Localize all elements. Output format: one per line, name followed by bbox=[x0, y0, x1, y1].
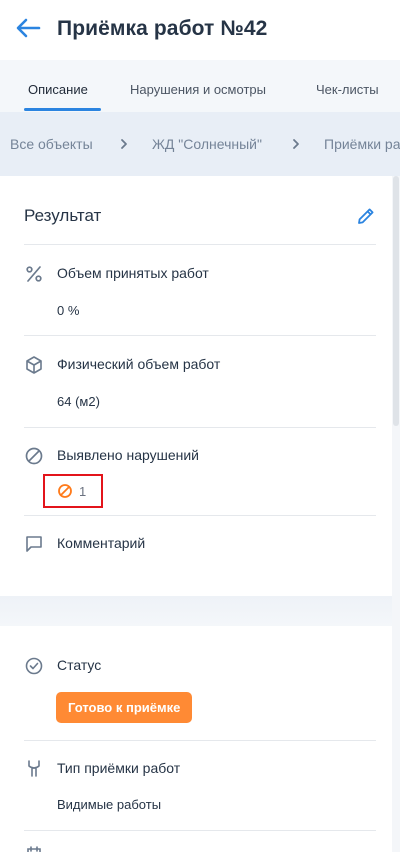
breadcrumb: Все объекты ЖД "Солнечный" Приёмки ра bbox=[0, 112, 400, 176]
forbidden-icon bbox=[25, 447, 43, 465]
divider bbox=[24, 515, 376, 516]
breadcrumb-acceptances[interactable]: Приёмки ра bbox=[324, 136, 400, 152]
tab-checklists[interactable]: Чек-листы bbox=[316, 82, 379, 97]
result-card: Результат Объем принятых работ 0 % Физич… bbox=[0, 176, 392, 596]
accepted-volume-value: 0 % bbox=[57, 303, 80, 318]
accepted-volume-label: Объем принятых работ bbox=[57, 265, 209, 281]
acceptance-type-label: Тип приёмки работ bbox=[57, 760, 181, 776]
section-gap bbox=[0, 596, 400, 626]
calendar-icon bbox=[27, 846, 41, 852]
chevron-right-icon bbox=[293, 139, 299, 149]
status-label: Статус bbox=[57, 657, 102, 673]
physical-volume-label: Физический объем работ bbox=[57, 356, 221, 372]
top-bar: Приёмка работ №42 bbox=[0, 0, 400, 60]
divider bbox=[24, 830, 376, 831]
active-tab-indicator bbox=[24, 108, 101, 111]
cube-icon bbox=[26, 356, 42, 374]
check-circle-icon bbox=[25, 657, 43, 675]
pencil-icon[interactable] bbox=[355, 205, 377, 227]
status-badge[interactable]: Готово к приёмке bbox=[56, 692, 193, 723]
chevron-right-icon bbox=[121, 139, 127, 149]
percent-icon bbox=[26, 266, 42, 282]
scrollbar-thumb[interactable] bbox=[393, 176, 399, 426]
divider bbox=[24, 335, 376, 336]
breadcrumb-all-objects[interactable]: Все объекты bbox=[10, 136, 93, 152]
divider bbox=[24, 427, 376, 428]
forbidden-icon bbox=[58, 484, 72, 498]
tab-violations[interactable]: Нарушения и осмотры bbox=[130, 82, 266, 97]
violations-highlight[interactable] bbox=[43, 474, 103, 508]
physical-volume-value: 64 (м2) bbox=[57, 394, 100, 409]
breadcrumb-building[interactable]: ЖД "Солнечный" bbox=[152, 136, 262, 152]
acceptance-type-value: Видимые работы bbox=[57, 797, 162, 812]
comment-icon bbox=[26, 536, 42, 552]
violations-count: 1 bbox=[79, 484, 87, 499]
comment-label[interactable]: Комментарий bbox=[57, 535, 145, 551]
tab-bar: Описание Нарушения и осмотры Чек-листы bbox=[0, 60, 400, 112]
details-card: Статус Готово к приёмке Тип приёмки рабо… bbox=[0, 626, 392, 852]
page-title: Приёмка работ №42 bbox=[57, 17, 268, 40]
arrow-left-icon[interactable] bbox=[14, 14, 42, 42]
wrench-icon bbox=[28, 760, 40, 777]
section-title: Результат bbox=[24, 206, 102, 225]
divider bbox=[24, 740, 376, 741]
tab-description[interactable]: Описание bbox=[28, 82, 88, 97]
divider bbox=[24, 244, 376, 245]
violations-label: Выявлено нарушений bbox=[57, 447, 199, 463]
